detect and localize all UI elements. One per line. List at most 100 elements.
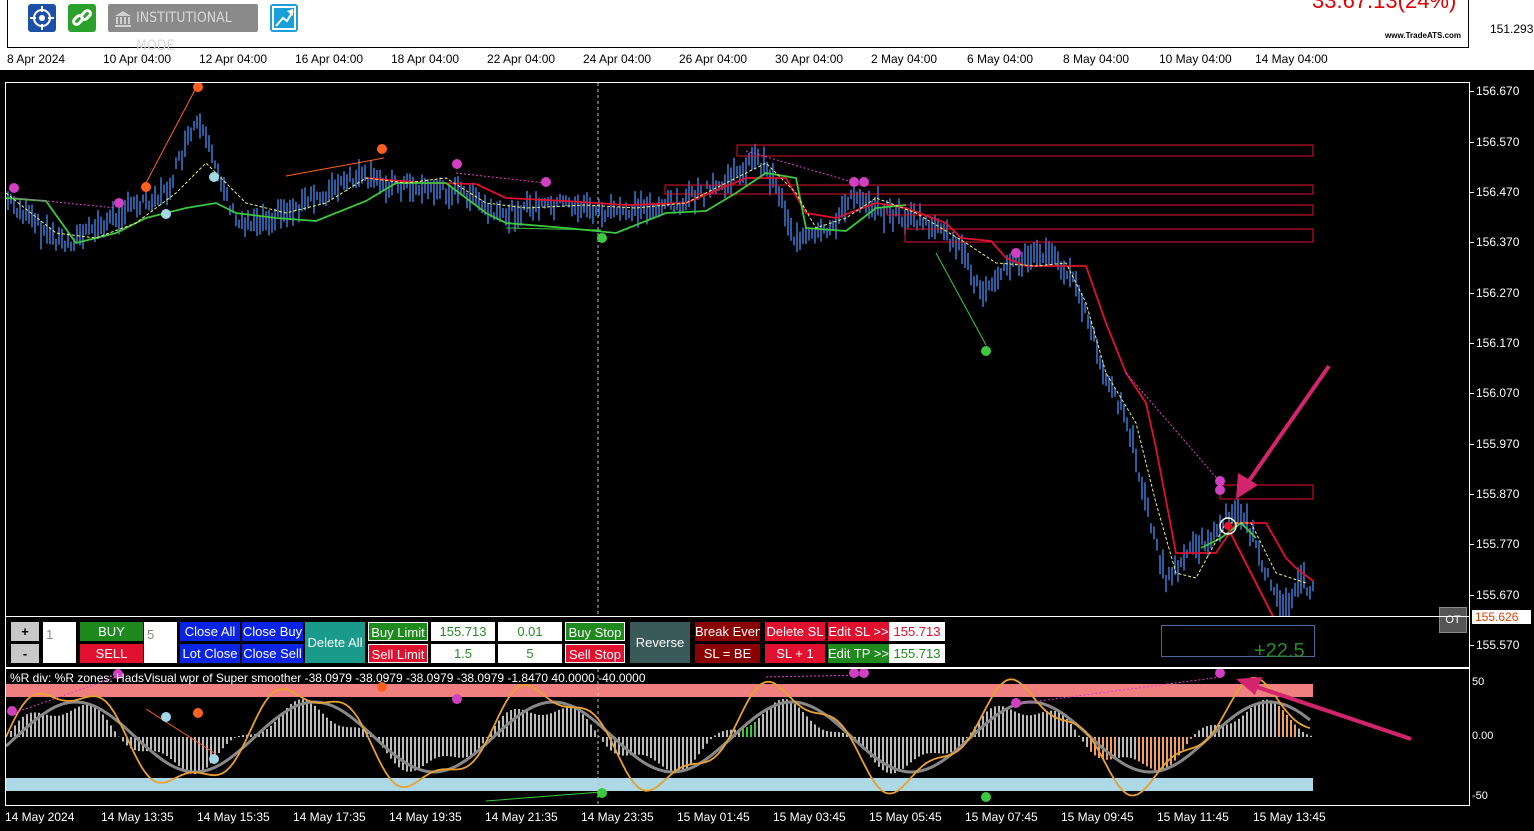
histogram-bar (226, 737, 228, 744)
break-even-button[interactable]: Break Even (695, 622, 760, 641)
max-input[interactable]: 5 (498, 644, 562, 663)
delete-all-button[interactable]: Delete All (305, 622, 365, 663)
moving-average-line (5, 162, 1307, 584)
histogram-bar (554, 711, 556, 737)
buy-stop-button[interactable]: Buy Stop (565, 622, 625, 641)
histogram-bar (822, 729, 824, 737)
histogram-bar (190, 737, 192, 774)
sell-stop-button[interactable]: Sell Stop (565, 644, 625, 663)
time-label: 15 May 05:45 (869, 810, 942, 824)
bottom-date-axis: 14 May 2024 14 May 13:35 14 May 15:35 14… (0, 806, 1470, 831)
histogram-bar (1074, 729, 1076, 737)
histogram-bar (574, 708, 576, 737)
histogram-bar (998, 705, 1000, 737)
histogram-bar (462, 737, 464, 758)
histogram-bar (194, 737, 196, 775)
buy-limit-button[interactable]: Buy Limit (368, 622, 428, 641)
histogram-bar (466, 737, 468, 757)
price-chart[interactable] (5, 82, 1470, 649)
price-label: 155.870 (1476, 487, 1520, 501)
histogram-bar (278, 717, 280, 737)
histogram-bar (710, 737, 712, 740)
histogram-bar (678, 737, 680, 773)
histogram-bars (10, 699, 1312, 775)
histogram-bar (34, 712, 36, 737)
close-buy-button[interactable]: Close Buy (242, 622, 303, 641)
histogram-bar (170, 737, 172, 759)
step-input[interactable]: 1.5 (431, 644, 495, 663)
date-label: 6 May 04:00 (967, 52, 1034, 66)
histogram-bar (930, 737, 932, 754)
histogram-bar (330, 720, 332, 737)
histogram-bar (282, 712, 284, 737)
sell-limit-button[interactable]: Sell Limit (368, 644, 428, 663)
histogram-bar (694, 737, 696, 760)
histogram-bar (750, 724, 752, 737)
histogram-bar (1046, 711, 1048, 737)
histogram-bar (922, 737, 924, 755)
histogram-bar (646, 737, 648, 757)
histogram-bar (1122, 737, 1124, 758)
histogram-bar (1206, 726, 1208, 737)
link-chain-icon[interactable] (68, 4, 96, 32)
histogram-bar (326, 717, 328, 737)
profit-readout: 33.67.13(24%) (1312, 0, 1457, 13)
lot-input-b[interactable]: 5 (144, 622, 177, 663)
close-all-button[interactable]: Close All (180, 622, 240, 641)
histogram-bar (1254, 704, 1256, 737)
edit-tp-value[interactable]: 155.713 (889, 644, 945, 663)
histogram-bar (642, 737, 644, 756)
edit-sl-button[interactable]: Edit SL >> (828, 622, 889, 641)
histogram-bar (1198, 730, 1200, 737)
edit-tp-button[interactable]: Edit TP >> (828, 644, 889, 663)
time-label: 14 May 19:35 (389, 810, 462, 824)
histogram-bar (538, 714, 540, 737)
histogram-bar (650, 737, 652, 759)
histogram-bar (1278, 705, 1280, 737)
price-label: 156.170 (1476, 336, 1520, 350)
close-sell-button[interactable]: Close Sell (242, 644, 303, 663)
histogram-bar (358, 727, 360, 737)
histogram-bar (1030, 715, 1032, 737)
histogram-bar (590, 724, 592, 737)
buy-button[interactable]: BUY (80, 622, 143, 641)
institutional-mode-button[interactable]: INSTITUTIONAL MODE (108, 4, 258, 54)
time-label: 15 May 01:45 (677, 810, 750, 824)
histogram-bar (174, 737, 176, 763)
histogram-bar (1262, 699, 1264, 737)
lot-size-input[interactable]: 0.01 (498, 622, 562, 641)
lot-minus-button[interactable]: - (11, 644, 39, 663)
chart-expand-icon[interactable] (270, 4, 298, 32)
histogram-bar (938, 737, 940, 754)
histogram-bar (438, 737, 440, 757)
lot-close-button[interactable]: Lot Close (180, 644, 240, 663)
histogram-bar (430, 737, 432, 761)
histogram-bar (990, 708, 992, 737)
bank-icon (114, 9, 132, 37)
reverse-button[interactable]: Reverse (630, 622, 690, 663)
histogram-bar (770, 705, 772, 737)
histogram-bar (1290, 719, 1292, 737)
lot-plus-button[interactable]: + (11, 622, 39, 641)
osc-axis-label: 50 (1472, 676, 1485, 688)
delete-sl-button[interactable]: Delete SL (765, 622, 825, 641)
price-label: 155.670 (1476, 588, 1520, 602)
date-label: 30 Apr 04:00 (775, 52, 844, 66)
crosshair-target-icon[interactable] (28, 4, 56, 32)
sell-button[interactable]: SELL (80, 644, 143, 663)
sl-plus-button[interactable]: SL + 1 (765, 644, 825, 663)
time-label: 14 May 15:35 (197, 810, 270, 824)
price-input[interactable]: 155.713 (431, 622, 495, 641)
lot-input-a[interactable]: 1 (43, 622, 76, 663)
histogram-bar (86, 704, 88, 737)
sl-be-button[interactable]: SL = BE (695, 644, 760, 663)
edit-sl-value[interactable]: 155.713 (889, 622, 945, 641)
histogram-bar (698, 737, 700, 755)
histogram-bar (818, 727, 820, 737)
histogram-bar (690, 737, 692, 765)
price-chart-svg (5, 82, 1331, 649)
histogram-bar (1070, 723, 1072, 737)
histogram-bar (1038, 713, 1040, 737)
histogram-bar (242, 735, 244, 737)
histogram-bar (422, 737, 424, 767)
